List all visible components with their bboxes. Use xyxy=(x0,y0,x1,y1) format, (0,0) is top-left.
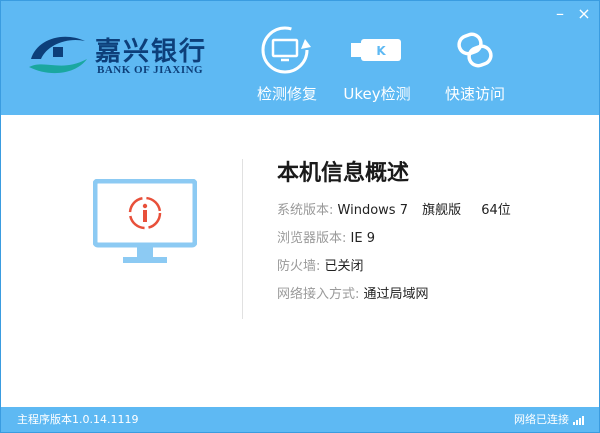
quick-visit-button[interactable]: 快速访问 xyxy=(429,23,521,109)
firewall-value: 已关闭 xyxy=(324,259,364,274)
os-edition-value: 旗舰版 xyxy=(422,203,462,218)
os-bits-value: 64位 xyxy=(481,203,511,218)
ukey-key-letter: K xyxy=(376,44,386,58)
minimize-button[interactable]: – xyxy=(551,5,569,23)
os-version-row: 系统版本: Windows 7 旗舰版 64位 xyxy=(277,197,577,225)
signal-bars-icon xyxy=(573,415,584,425)
network-access-row: 网络接入方式: 通过局域网 xyxy=(277,281,577,309)
os-version-label: 系统版本: xyxy=(277,203,334,218)
content-divider xyxy=(242,159,243,319)
quick-visit-label: 快速访问 xyxy=(444,85,505,103)
main-content: 本机信息概述 系统版本: Windows 7 旗舰版 64位 浏览器版本: IE… xyxy=(1,115,599,407)
status-bar: 主程序版本1.0.14.1119 网络已连接 xyxy=(1,407,599,432)
close-button[interactable]: × xyxy=(575,5,593,23)
ukey-check-button[interactable]: K Ukey检测 xyxy=(331,23,423,109)
network-access-value: 通过局域网 xyxy=(363,287,429,302)
program-version: 主程序版本1.0.14.1119 xyxy=(17,413,139,426)
check-repair-label: 检测修复 xyxy=(256,85,317,103)
network-status: 网络已连接 xyxy=(514,407,587,432)
app-window: 嘉兴银行 BANK OF JIAXING 检测修复 K Ukey检测 快速访问 … xyxy=(0,0,600,433)
ukey-check-label: Ukey检测 xyxy=(343,85,411,103)
bank-logo: 嘉兴银行 BANK OF JIAXING xyxy=(27,27,217,87)
usb-key-icon: K xyxy=(351,39,401,61)
os-version-value: Windows 7 xyxy=(337,203,408,218)
browser-version-label: 浏览器版本: xyxy=(277,231,347,246)
monitor-alert-icon xyxy=(93,179,197,263)
firewall-row: 防火墙: 已关闭 xyxy=(277,253,577,281)
monitor-refresh-icon xyxy=(261,26,311,74)
firewall-label: 防火墙: xyxy=(277,259,321,274)
link-chain-icon xyxy=(457,32,493,68)
bank-name-cn: 嘉兴银行 xyxy=(95,37,208,67)
info-title: 本机信息概述 xyxy=(277,161,410,186)
browser-version-value: IE 9 xyxy=(350,231,375,246)
network-access-label: 网络接入方式: xyxy=(277,287,360,302)
browser-version-row: 浏览器版本: IE 9 xyxy=(277,225,577,253)
system-info-panel: 本机信息概述 系统版本: Windows 7 旗舰版 64位 浏览器版本: IE… xyxy=(277,155,577,309)
bank-name-en: BANK OF JIAXING xyxy=(97,64,204,76)
network-status-text: 网络已连接 xyxy=(514,413,569,426)
header-bar: 嘉兴银行 BANK OF JIAXING 检测修复 K Ukey检测 快速访问 … xyxy=(1,1,599,115)
window-controls: – × xyxy=(551,5,593,23)
check-repair-button[interactable]: 检测修复 xyxy=(241,23,333,109)
bank-logo-mark-icon xyxy=(29,36,87,74)
